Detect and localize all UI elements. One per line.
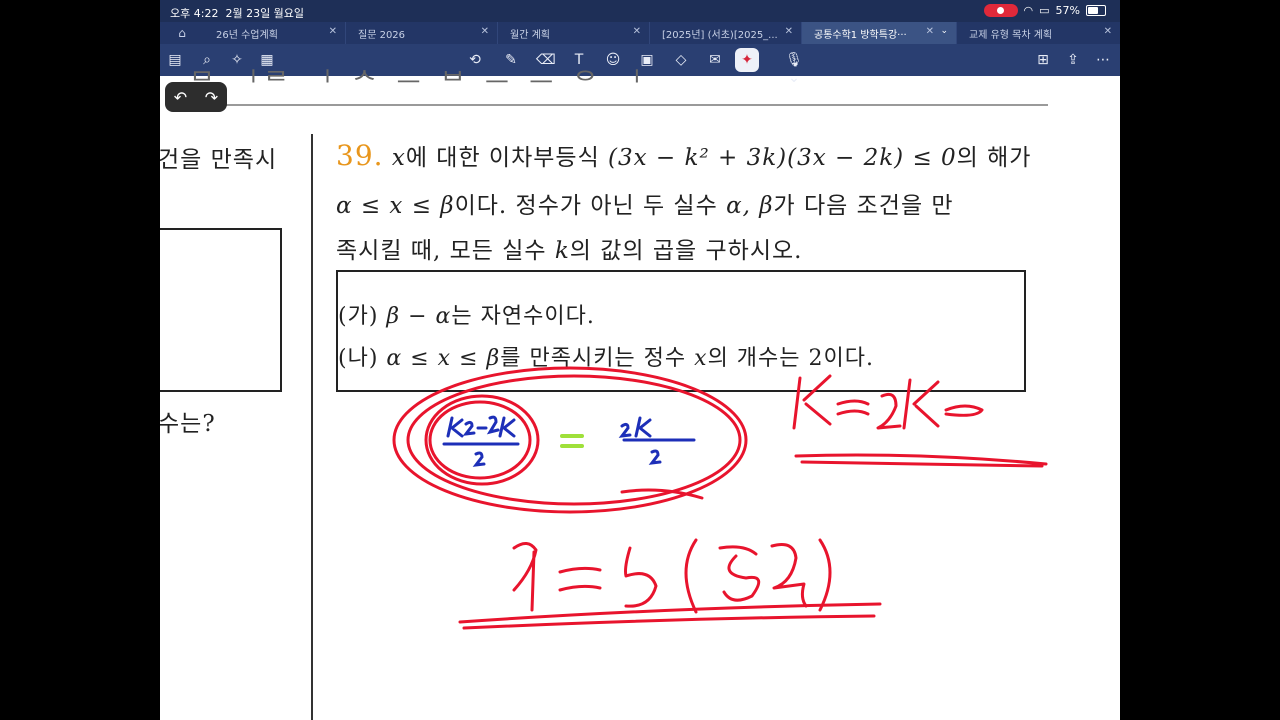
question-number: 39. <box>336 139 384 172</box>
question-line-3: 족시킬 때, 모든 실수 k의 값의 곱을 구하시오. <box>336 238 803 264</box>
undo-redo-popup: ↶ ↷ <box>165 82 227 112</box>
undo-icon[interactable]: ↶ <box>174 88 187 107</box>
note-icon[interactable]: ✉ <box>706 51 724 69</box>
worksheet-page[interactable]: ᄆ ᅵᄅ ᅵ ᄉ ᅳ ᄇ ᅳ ᅳ ᄋ ᅵ 건을 만족시 수는? 39. x에 대… <box>160 68 1120 720</box>
tab-5-active[interactable]: 공통수학1 방학특강··· ✕ ⌄ <box>802 22 957 44</box>
left-column-text-1: 건을 만족시 <box>160 147 278 173</box>
microphone-icon[interactable]: 🎙︎⌄ <box>780 51 808 86</box>
battery-icon <box>1086 5 1106 16</box>
inequality-expression: (3x − k² + 3k)(3x − 2k) ≤ 0 <box>608 145 957 171</box>
close-icon[interactable]: ✕ <box>481 26 489 37</box>
tab-1[interactable]: 26년 수업계획 ✕ <box>204 22 346 44</box>
add-page-icon[interactable]: ⊞ <box>1034 51 1052 69</box>
home-icon[interactable]: ⌂ <box>160 22 204 44</box>
left-column-text-2: 수는? <box>160 411 216 437</box>
laser-pointer-icon[interactable]: ✦ <box>735 48 759 72</box>
tab-2[interactable]: 질문 2026 ✕ <box>346 22 498 44</box>
condition-a: (가) β − α는 자연수이다. <box>338 304 595 329</box>
close-icon[interactable]: ✕ <box>1104 26 1112 37</box>
cropped-heading: ᄆ ᅵᄅ ᅵ ᄉ ᅳ ᄇ ᅳ ᅳ ᄋ ᅵ <box>190 68 648 98</box>
close-icon[interactable]: ✕ <box>329 26 337 37</box>
ipad-screen: 오후 4:22 2월 23일 월요일 ◠ ▭ 57% ⌂ 26년 수업계획 ✕ 질… <box>160 0 1120 720</box>
column-divider <box>311 134 313 720</box>
close-icon[interactable]: ✕ <box>785 26 793 37</box>
status-time-date: 오후 4:22 2월 23일 월요일 <box>170 7 305 20</box>
more-icon[interactable]: ⋯ <box>1094 51 1112 69</box>
left-column-box <box>160 228 282 392</box>
tab-3[interactable]: 월간 계획 ✕ <box>498 22 650 44</box>
tab-6[interactable]: 교제 유형 목차 계획 ✕ <box>957 22 1120 44</box>
header-divider <box>188 104 1048 106</box>
question-line-1: 39. x에 대한 이차부등식 (3x − k² + 3k)(3x − 2k) … <box>336 139 1032 172</box>
conditions-box: (가) β − α는 자연수이다. (나) α ≤ x ≤ β를 만족시키는 정… <box>336 270 1026 392</box>
close-icon[interactable]: ✕ <box>926 26 934 37</box>
document-tab-bar: ⌂ 26년 수업계획 ✕ 질문 2026 ✕ 월간 계획 ✕ [2025년] (서초)… <box>160 22 1120 44</box>
redo-icon[interactable]: ↷ <box>205 88 218 107</box>
screen-mirror-icon: ▭ <box>1039 4 1050 17</box>
screen-recording-icon[interactable] <box>983 4 1018 17</box>
sidebar-icon[interactable]: ▤ <box>166 51 184 69</box>
close-icon[interactable]: ✕ <box>633 26 641 37</box>
question-line-2: α ≤ x ≤ β이다. 정수가 아닌 두 실수 α, β가 다음 조건을 만 <box>336 193 954 219</box>
share-icon[interactable]: ⇪ <box>1064 51 1082 69</box>
shapes-icon[interactable]: ◇ <box>672 51 690 69</box>
condition-b: (나) α ≤ x ≤ β를 만족시키는 정수 x의 개수는 2이다. <box>338 346 875 371</box>
status-bar: 오후 4:22 2월 23일 월요일 ◠ ▭ 57% <box>160 0 1120 22</box>
wifi-icon: ◠ <box>1023 4 1034 17</box>
battery-percent: 57% <box>1055 4 1080 17</box>
tab-4[interactable]: [2025년] (서초)[2025_... ✕ <box>650 22 802 44</box>
chevron-down-icon[interactable]: ⌄ <box>940 26 948 36</box>
